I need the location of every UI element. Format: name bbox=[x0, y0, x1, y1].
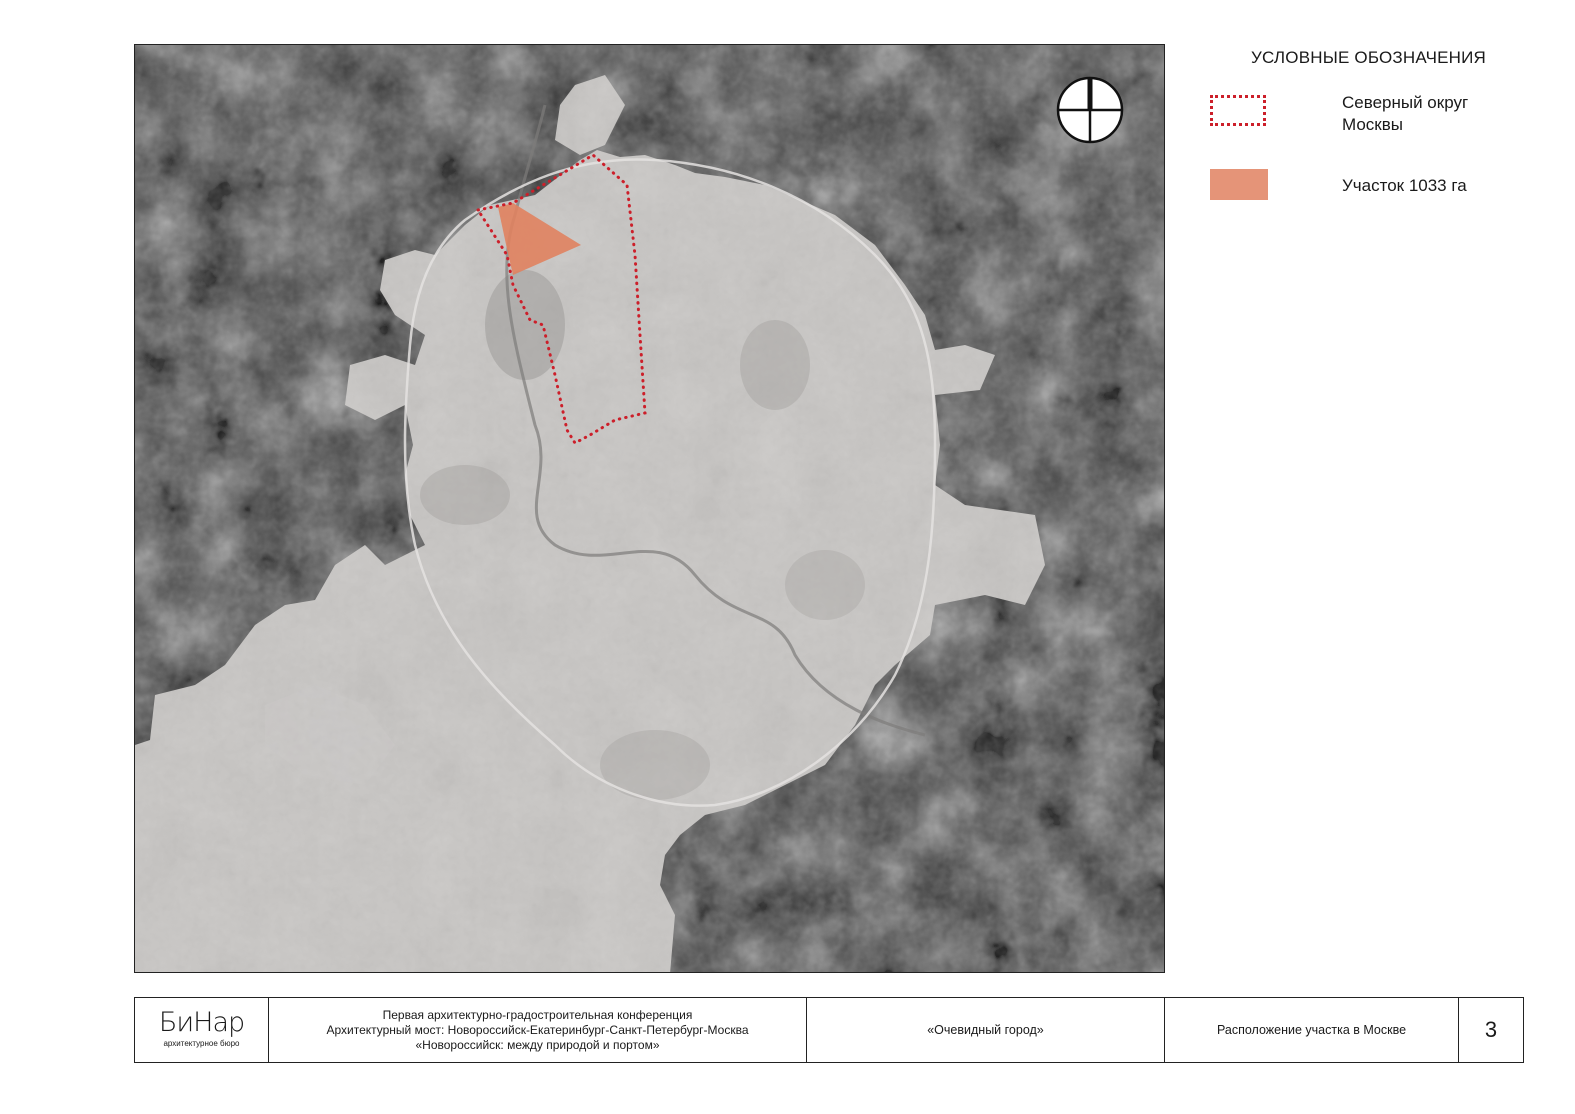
map-panel bbox=[134, 44, 1165, 973]
page-number: 3 bbox=[1484, 1017, 1498, 1042]
conference-line2: Архитектурный мост: Новороссийск-Екатери… bbox=[326, 1022, 749, 1037]
satellite-map bbox=[135, 45, 1164, 972]
filled-area-swatch bbox=[1210, 169, 1268, 200]
legend-label-line1: Северный округ bbox=[1342, 93, 1469, 112]
conference-line3: «Новороссийск: между природой и портом» bbox=[415, 1037, 660, 1052]
conference-line1: Первая архитектурно-градостроительная ко… bbox=[382, 1007, 693, 1022]
sheet-title: Расположение участка в Москве bbox=[1216, 1023, 1407, 1037]
conference-cell: Первая архитектурно-градостроительная ко… bbox=[269, 998, 807, 1062]
page-number-cell: 3 bbox=[1459, 998, 1523, 1062]
legend-title: УСЛОВНЫЕ ОБОЗНАЧЕНИЯ bbox=[1251, 48, 1487, 67]
sheet-title-cell: Расположение участка в Москве bbox=[1165, 998, 1459, 1062]
project-cell: «Очевидный город» bbox=[807, 998, 1165, 1062]
binar-logo: БиНар bbox=[158, 1006, 245, 1038]
title-block: БиНар архитектурное бюро Первая архитект… bbox=[134, 997, 1524, 1063]
legend-label-plot: Участок 1033 га bbox=[1342, 176, 1467, 195]
legend-label-line2: Москвы bbox=[1342, 115, 1403, 134]
dotted-boundary-swatch bbox=[1210, 95, 1266, 126]
project-name: «Очевидный город» bbox=[927, 1023, 1044, 1037]
north-arrow-icon bbox=[1056, 76, 1124, 144]
legend-label-northern-district: Северный округ Москвы bbox=[1342, 92, 1468, 136]
logo-subtitle: архитектурное бюро bbox=[163, 1038, 240, 1048]
logo-cell: БиНар архитектурное бюро bbox=[135, 998, 269, 1062]
